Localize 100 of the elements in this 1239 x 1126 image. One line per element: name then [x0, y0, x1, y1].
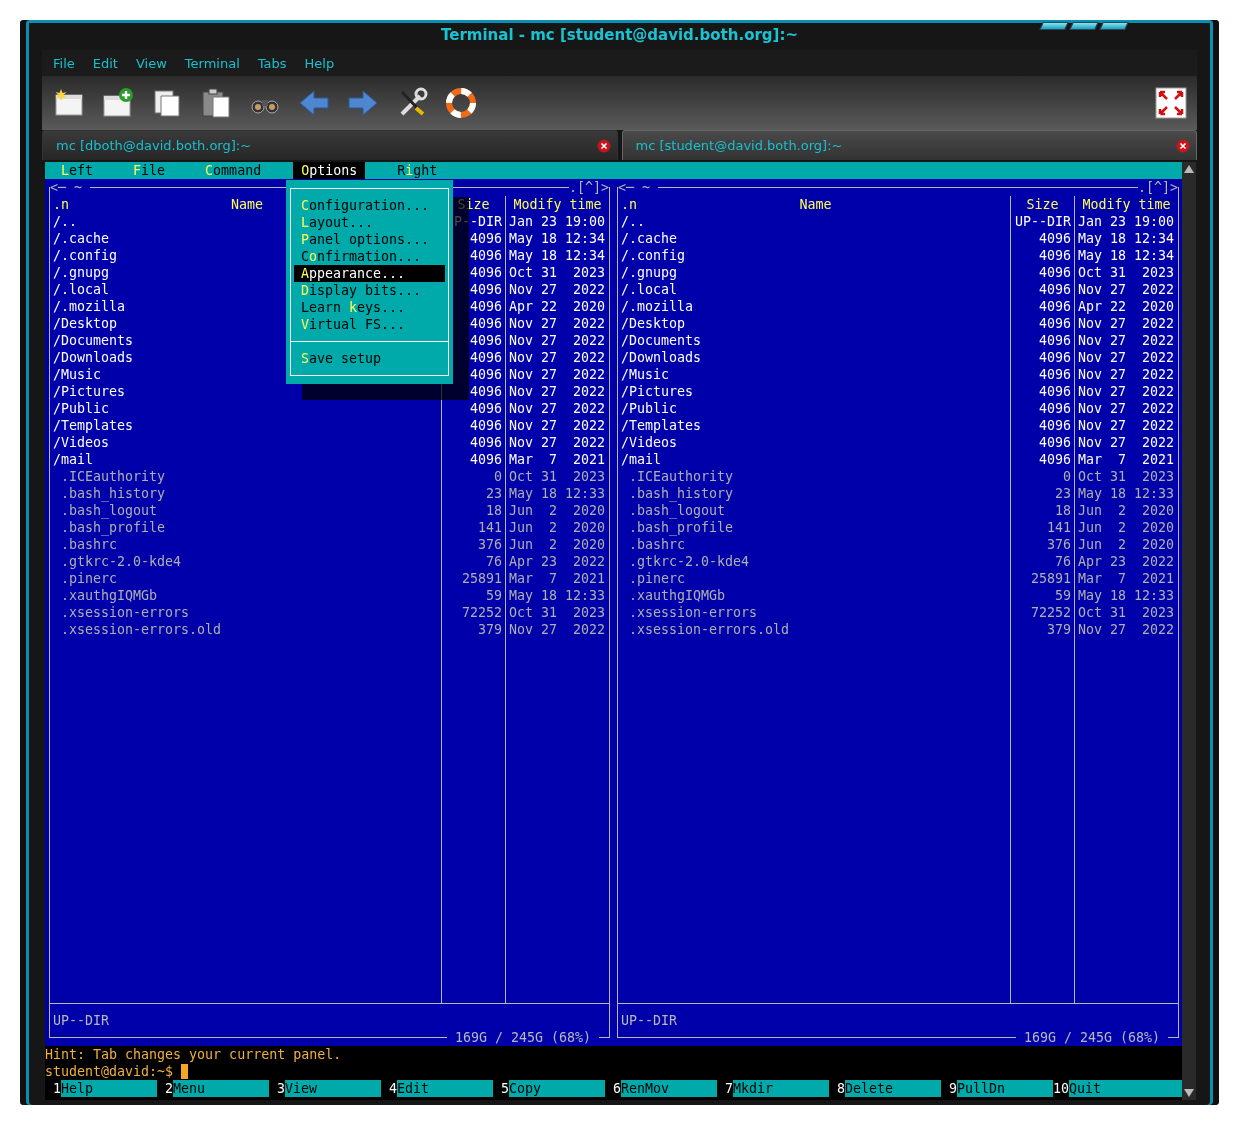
file-name[interactable]: .bash_profile — [50, 519, 441, 536]
file-name[interactable]: /Desktop — [618, 315, 1010, 332]
menu-item[interactable]: Help — [304, 55, 335, 71]
file-name[interactable]: /.gnupg — [618, 264, 1010, 281]
file-name[interactable]: /.mozilla — [618, 298, 1010, 315]
function-key[interactable]: Help — [61, 1080, 157, 1097]
mc-menu-item[interactable]: File — [125, 162, 174, 179]
file-name[interactable]: .gtkrc-2.0-kde4 — [618, 553, 1010, 570]
window-add-icon[interactable] — [102, 87, 134, 119]
paste-icon[interactable] — [200, 87, 232, 119]
file-name[interactable]: /Videos — [50, 434, 441, 451]
file-name[interactable]: /mail — [50, 451, 441, 468]
column-header[interactable]: Modify time — [1082, 196, 1171, 213]
file-name[interactable]: /Downloads — [618, 349, 1010, 366]
options-menu-item[interactable]: Display bits... — [294, 282, 445, 299]
file-name[interactable]: .pinerc — [50, 570, 441, 587]
mc-menu-item[interactable]: Right — [389, 162, 446, 179]
menu-item[interactable]: View — [135, 55, 167, 71]
scroll-down-icon[interactable] — [1184, 1089, 1194, 1097]
file-name[interactable]: /.cache — [618, 230, 1010, 247]
mc-menu-item[interactable]: Left — [53, 162, 102, 179]
file-name[interactable]: .gtkrc-2.0-kde4 — [50, 553, 441, 570]
file-name[interactable]: /.local — [618, 281, 1010, 298]
file-name[interactable]: .ICEauthority — [50, 468, 441, 485]
options-menu-item[interactable]: Virtual FS... — [294, 316, 445, 333]
menu-item[interactable]: Terminal — [184, 55, 240, 71]
file-name[interactable]: .xsession-errors — [618, 604, 1010, 621]
function-key[interactable]: Quit — [1069, 1080, 1182, 1097]
scroll-bar[interactable] — [1182, 162, 1196, 1100]
file-name[interactable]: .xauthgIQMGb — [618, 587, 1010, 604]
file-name[interactable]: .bashrc — [618, 536, 1010, 553]
file-name[interactable]: .bashrc — [50, 536, 441, 553]
close-icon[interactable] — [1176, 138, 1190, 153]
modify-time: Jun 2 2020 — [1077, 536, 1176, 553]
mc-menu-item[interactable]: Options — [293, 162, 366, 179]
file-name[interactable]: .bash_history — [618, 485, 1010, 502]
scroll-up-icon[interactable] — [1184, 165, 1194, 173]
modify-time: Nov 27 2022 — [508, 366, 607, 383]
file-name[interactable]: .xsession-errors.old — [618, 621, 1010, 638]
lifebuoy-icon[interactable] — [445, 87, 477, 119]
file-name[interactable]: /.. — [618, 213, 1010, 230]
column-header[interactable]: Size — [457, 196, 490, 213]
file-name[interactable]: /Documents — [618, 332, 1010, 349]
mc-menu-item[interactable]: Command — [197, 162, 270, 179]
options-menu-item[interactable]: Panel options... — [294, 231, 445, 248]
options-menu-item[interactable]: Layout... — [294, 214, 445, 231]
function-key[interactable]: Menu — [173, 1080, 269, 1097]
terminal-tab[interactable]: mc [student@david.both.org]:~ — [621, 130, 1197, 160]
menu-item[interactable]: Edit — [92, 55, 118, 71]
file-name[interactable]: /Templates — [50, 417, 441, 434]
file-name[interactable]: /mail — [618, 451, 1010, 468]
window-control-button[interactable] — [1069, 22, 1099, 30]
options-menu-item[interactable]: Configuration... — [294, 197, 445, 214]
file-name[interactable]: /Templates — [618, 417, 1010, 434]
close-icon[interactable] — [596, 138, 611, 153]
panel-nav[interactable]: <─ — [50, 179, 66, 196]
column-header[interactable]: Modify time — [513, 196, 602, 213]
options-menu-item[interactable]: Learn keys... — [294, 299, 445, 316]
file-name[interactable]: .bash_history — [50, 485, 441, 502]
options-menu-item[interactable]: Save setup — [294, 350, 445, 367]
modify-time: Nov 27 2022 — [508, 349, 607, 366]
file-name[interactable]: /Public — [618, 400, 1010, 417]
function-key[interactable]: Copy — [509, 1080, 605, 1097]
window-control-button[interactable] — [1039, 22, 1069, 30]
menu-item[interactable]: Tabs — [257, 55, 287, 71]
window-control-button[interactable] — [1099, 22, 1129, 30]
file-name[interactable]: .xsession-errors — [50, 604, 441, 621]
new-window-icon[interactable] — [53, 87, 85, 119]
sort-indicator[interactable]: .n — [618, 196, 637, 213]
menu-item[interactable]: File — [53, 55, 75, 71]
file-name[interactable]: .xauthgIQMGb — [50, 587, 441, 604]
modify-time: Apr 23 2022 — [1077, 553, 1176, 570]
function-key[interactable]: Delete — [845, 1080, 941, 1097]
panel-nav[interactable]: <─ — [618, 179, 634, 196]
function-key[interactable]: Mkdir — [733, 1080, 829, 1097]
sort-indicator[interactable]: .n — [50, 196, 69, 213]
column-header[interactable]: Name — [637, 196, 994, 213]
file-name[interactable]: /.config — [618, 247, 1010, 264]
column-header[interactable]: Size — [1026, 196, 1059, 213]
file-name[interactable]: .pinerc — [618, 570, 1010, 587]
file-name[interactable]: .bash_profile — [618, 519, 1010, 536]
file-name[interactable]: .xsession-errors.old — [50, 621, 441, 638]
file-name[interactable]: /Videos — [618, 434, 1010, 451]
options-menu-item[interactable]: Confirmation... — [294, 248, 445, 265]
function-key[interactable]: View — [285, 1080, 381, 1097]
file-name[interactable]: .bash_logout — [618, 502, 1010, 519]
file-name[interactable]: /Public — [50, 400, 441, 417]
file-name[interactable]: /Pictures — [618, 383, 1010, 400]
function-key[interactable]: Edit — [397, 1080, 493, 1097]
function-key[interactable]: RenMov — [621, 1080, 717, 1097]
copy-icon[interactable] — [151, 87, 183, 119]
file-name[interactable]: /Music — [618, 366, 1010, 383]
file-name[interactable]: .bash_logout — [50, 502, 441, 519]
function-key[interactable]: PullDn — [957, 1080, 1053, 1097]
terminal-tab[interactable]: mc [dboth@david.both.org]:~ — [42, 130, 618, 160]
panel-controls[interactable]: .[^]> — [568, 179, 609, 196]
options-menu-item[interactable]: Appearance... — [294, 265, 445, 282]
panel-controls[interactable]: .[^]> — [1137, 179, 1178, 196]
fullscreen-icon[interactable] — [1155, 87, 1187, 119]
file-name[interactable]: .ICEauthority — [618, 468, 1010, 485]
